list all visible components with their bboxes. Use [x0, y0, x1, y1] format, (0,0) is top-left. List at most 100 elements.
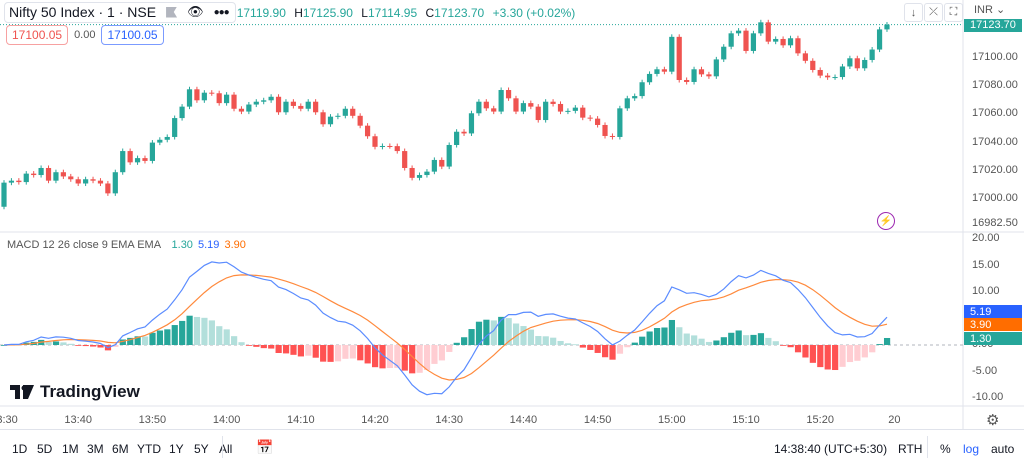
- candle: [691, 69, 697, 82]
- macd-histogram-bar: [832, 345, 839, 371]
- candle: [16, 180, 22, 183]
- range-button-3m[interactable]: 3M: [87, 442, 104, 456]
- macd-histogram-bar: [357, 345, 364, 361]
- low-value: 17114.95: [367, 5, 418, 20]
- bid-ask-row: 17100.05 0.00 17100.05: [6, 25, 164, 45]
- candle: [424, 171, 430, 176]
- candle: [379, 145, 386, 147]
- candle: [45, 167, 52, 181]
- symbol-title[interactable]: Nifty 50 Index · 1 · NSE: [9, 4, 156, 20]
- candle: [186, 89, 193, 107]
- macd-histogram-bar: [349, 345, 356, 359]
- macd-histogram-bar: [728, 332, 735, 345]
- candle: [172, 118, 178, 137]
- sell-price[interactable]: 17100.05: [6, 25, 69, 45]
- auto-toggle[interactable]: auto: [991, 442, 1014, 456]
- candle: [283, 101, 289, 113]
- time-axis-label: 14:30: [435, 414, 463, 426]
- more-icon[interactable]: ●●●: [214, 7, 230, 18]
- candles: [1, 19, 890, 210]
- macd-histogram-bar: [676, 327, 683, 345]
- macd-histogram-bar: [320, 345, 327, 362]
- range-button-5d[interactable]: 5D: [37, 442, 52, 456]
- candle: [60, 172, 66, 177]
- macd-histogram-bar: [431, 345, 438, 364]
- macd-legend[interactable]: MACD 12 26 close 9 EMA EMA 1.30 5.19 3.9…: [7, 239, 246, 251]
- range-button-ytd[interactable]: YTD: [137, 442, 161, 456]
- candle: [780, 38, 786, 46]
- range-button-1d[interactable]: 1D: [12, 442, 27, 456]
- clock[interactable]: 14:38:40 (UTC+5:30): [774, 442, 887, 456]
- macd-histogram-bar: [297, 345, 304, 357]
- macd-histogram-bar: [587, 345, 594, 350]
- currency-label: INR: [974, 4, 993, 16]
- candle: [38, 167, 44, 176]
- macd-histogram-bar: [216, 326, 223, 345]
- range-button-all[interactable]: All: [219, 442, 232, 456]
- ohlc-values: O17119.90 H17125.90 L17114.95 C17123.70 …: [237, 6, 576, 20]
- range-button-5y[interactable]: 5Y: [194, 442, 209, 456]
- macd-histogram-bar: [82, 345, 89, 347]
- range-button-1m[interactable]: 1M: [62, 442, 79, 456]
- change-value: +3.30 (+0.02%): [492, 5, 576, 20]
- time-axis-label: 14:00: [212, 414, 241, 426]
- candle: [669, 36, 675, 72]
- candle: [134, 158, 141, 163]
- candle: [565, 110, 571, 112]
- chart-canvas[interactable]: [0, 0, 1024, 464]
- macd-histogram-bar: [52, 341, 60, 345]
- macd-histogram-bar: [453, 342, 460, 345]
- close-label: C: [425, 5, 435, 20]
- macd-histogram-bar: [802, 345, 809, 358]
- symbol-box[interactable]: Nifty 50 Index · 1 · NSE 👁 ●●●: [4, 2, 236, 23]
- time-axis-label: 20: [888, 414, 901, 426]
- gear-icon[interactable]: ⚙: [986, 411, 999, 429]
- low-label: L: [361, 5, 368, 20]
- candle: [862, 59, 868, 69]
- candle: [1, 182, 7, 207]
- currency-selector[interactable]: INR ⌄: [974, 3, 1005, 16]
- macd-histogram-bar: [305, 345, 312, 356]
- flag-icon[interactable]: [166, 6, 178, 18]
- time-axis-label: 14:20: [361, 414, 389, 426]
- close-value: 17123.70: [434, 5, 485, 20]
- lightning-icon[interactable]: ⚡: [877, 212, 895, 230]
- candle: [246, 104, 252, 112]
- macd-axis-label: -5.00: [972, 364, 998, 377]
- arrow-down-icon[interactable]: ↓: [904, 3, 923, 22]
- log-toggle[interactable]: log: [963, 442, 979, 456]
- candle: [847, 58, 853, 67]
- macd-histogram-bar: [90, 345, 97, 347]
- macd-histogram-bar: [201, 317, 208, 345]
- macd-histogram-bar: [646, 331, 653, 345]
- macd-histogram-bar: [624, 345, 631, 348]
- calendar-goto-icon[interactable]: 📅: [256, 439, 273, 456]
- range-button-6m[interactable]: 6M: [112, 442, 129, 456]
- macd-histogram-bar: [483, 319, 490, 345]
- macd-histogram-bar: [794, 345, 802, 353]
- tradingview-logo[interactable]: TradingView: [10, 382, 140, 402]
- candle: [735, 30, 742, 34]
- macd-histogram-bar: [156, 330, 164, 345]
- hist-value-tag: 1.30: [964, 332, 1022, 345]
- chart-legend: Nifty 50 Index · 1 · NSE 👁 ●●● O17119.90…: [4, 2, 575, 23]
- buy-price[interactable]: 17100.05: [101, 25, 164, 45]
- candle: [743, 30, 749, 51]
- range-button-1y[interactable]: 1Y: [169, 442, 184, 456]
- maximize-icon[interactable]: ⛶: [944, 3, 963, 22]
- candle: [201, 92, 207, 101]
- macd-histogram-bar: [854, 345, 861, 361]
- candle: [810, 60, 816, 70]
- candle: [157, 139, 163, 143]
- candle: [609, 135, 616, 137]
- macd-axis-label: 10.00: [972, 285, 1000, 297]
- macd-histogram-bar: [743, 335, 750, 345]
- candle: [595, 118, 601, 125]
- candle: [23, 173, 29, 183]
- collapse-icon[interactable]: ⤫: [924, 3, 943, 22]
- session-button[interactable]: RTH: [898, 442, 922, 456]
- macd-histogram-bar: [550, 337, 557, 345]
- macd-histogram-bar: [164, 329, 171, 345]
- percent-toggle[interactable]: %: [940, 442, 951, 456]
- eye-icon[interactable]: 👁: [187, 4, 204, 20]
